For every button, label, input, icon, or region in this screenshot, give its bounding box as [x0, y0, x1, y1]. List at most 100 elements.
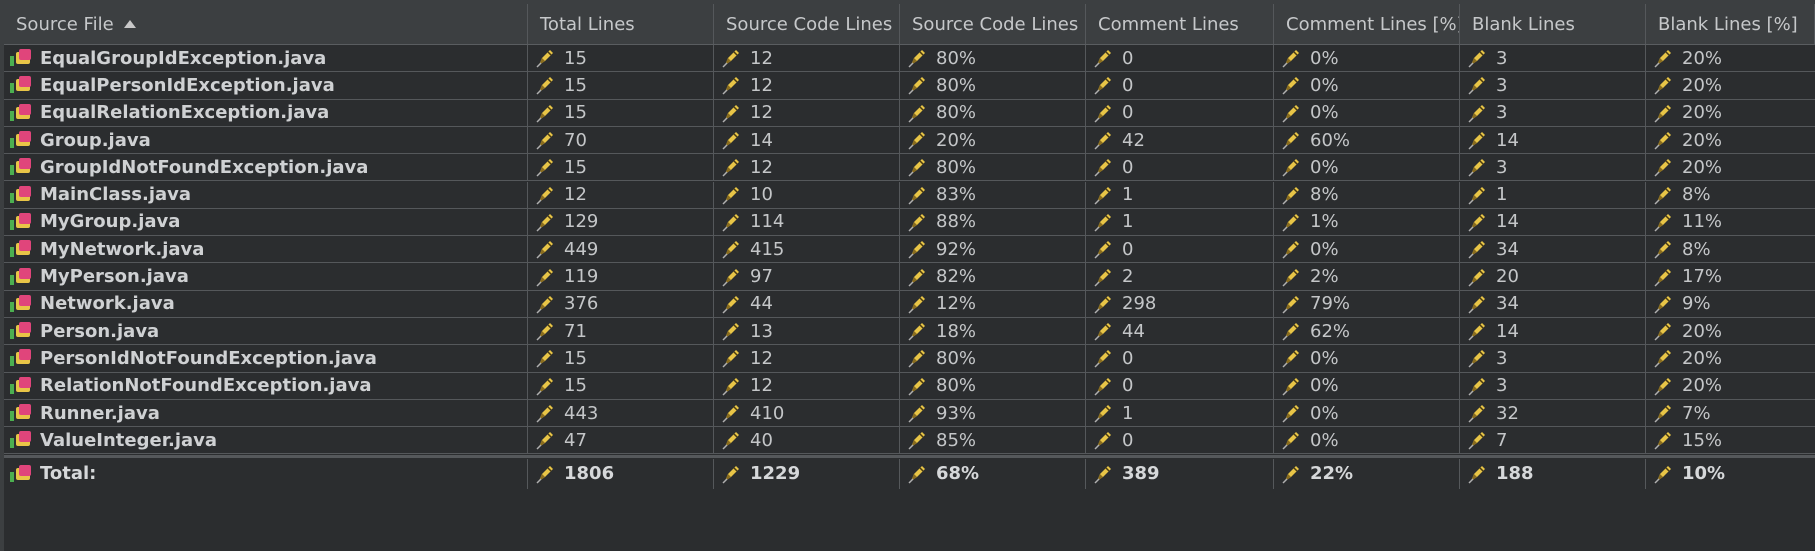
total-lines-cell[interactable]: 12 — [528, 181, 714, 208]
total-lines-cell[interactable]: 15 — [528, 372, 714, 399]
table-row[interactable]: Runner.java 443 410 93% 1 0% 32 7% — [4, 399, 1815, 428]
comment-lines-pct-cell[interactable]: 2% — [1274, 263, 1460, 290]
table-row[interactable]: Group.java 70 14 20% 42 60% 14 20% — [4, 126, 1815, 155]
comment-lines-cell[interactable]: 0 — [1086, 99, 1274, 126]
comment-lines-cell[interactable]: 0 — [1086, 372, 1274, 399]
comment-lines-pct-cell[interactable]: 1% — [1274, 208, 1460, 236]
comment-lines-pct-cell[interactable]: 8% — [1274, 181, 1460, 208]
source-file-cell[interactable]: Person.java — [4, 318, 528, 345]
comment-lines-cell[interactable]: 0 — [1086, 72, 1274, 99]
blank-lines-pct-cell[interactable]: 9% — [1646, 291, 1815, 317]
source-code-lines-pct-cell[interactable]: 92% — [900, 236, 1086, 263]
table-row[interactable]: Network.java 376 44 12% 298 79% 34 9% — [4, 290, 1815, 318]
blank-lines-cell[interactable]: 14 — [1460, 318, 1646, 345]
blank-lines-pct-cell[interactable]: 11% — [1646, 209, 1815, 235]
source-code-lines-cell[interactable]: 410 — [714, 399, 900, 427]
blank-lines-cell[interactable]: 20 — [1460, 263, 1646, 290]
blank-lines-pct-cell[interactable]: 20% — [1646, 127, 1815, 153]
comment-lines-pct-cell[interactable]: 0% — [1274, 399, 1460, 427]
total-lines-cell[interactable]: 47 — [528, 427, 714, 454]
source-code-lines-cell[interactable]: 14 — [714, 126, 900, 154]
source-code-lines-pct-cell[interactable]: 82% — [900, 263, 1086, 290]
source-file-cell[interactable]: MyNetwork.java — [4, 236, 528, 263]
column-header-source-file[interactable]: Source File — [4, 4, 528, 44]
table-row[interactable]: EqualGroupIdException.java 15 12 80% 0 0… — [4, 45, 1815, 73]
total-lines-cell[interactable]: 70 — [528, 126, 714, 154]
blank-lines-pct-cell[interactable]: 20% — [1646, 373, 1815, 399]
source-code-lines-cell[interactable]: 44 — [714, 290, 900, 317]
source-code-lines-cell[interactable]: 1229 — [714, 458, 900, 489]
source-file-cell[interactable]: Network.java — [4, 290, 528, 317]
column-header-blank-lines[interactable]: Blank Lines — [1460, 4, 1646, 44]
table-row[interactable]: Person.java 71 13 18% 44 62% 14 20% — [4, 318, 1815, 346]
comment-lines-pct-cell[interactable]: 0% — [1274, 45, 1460, 72]
table-row[interactable]: RelationNotFoundException.java 15 12 80%… — [4, 372, 1815, 400]
total-lines-cell[interactable]: 1806 — [528, 458, 714, 489]
source-code-lines-cell[interactable]: 97 — [714, 263, 900, 290]
blank-lines-pct-cell[interactable]: 10% — [1646, 459, 1815, 489]
total-lines-cell[interactable]: 15 — [528, 45, 714, 72]
source-file-cell[interactable]: EqualGroupIdException.java — [4, 45, 528, 72]
source-code-lines-cell[interactable]: 12 — [714, 154, 900, 181]
source-code-lines-pct-cell[interactable]: 68% — [900, 458, 1086, 489]
source-code-lines-pct-cell[interactable]: 20% — [900, 126, 1086, 154]
blank-lines-cell[interactable]: 14 — [1460, 126, 1646, 154]
comment-lines-cell[interactable]: 0 — [1086, 236, 1274, 263]
comment-lines-cell[interactable]: 42 — [1086, 126, 1274, 154]
blank-lines-pct-cell[interactable]: 8% — [1646, 236, 1815, 262]
comment-lines-pct-cell[interactable]: 62% — [1274, 318, 1460, 345]
source-code-lines-cell[interactable]: 13 — [714, 318, 900, 345]
column-header-source-code-lines-pct[interactable]: Source Code Lines ... — [900, 4, 1086, 44]
blank-lines-cell[interactable]: 32 — [1460, 399, 1646, 427]
comment-lines-cell[interactable]: 389 — [1086, 458, 1274, 489]
blank-lines-pct-cell[interactable]: 15% — [1646, 427, 1815, 453]
column-header-comment-lines[interactable]: Comment Lines — [1086, 4, 1274, 44]
source-code-lines-pct-cell[interactable]: 80% — [900, 72, 1086, 99]
source-code-lines-cell[interactable]: 10 — [714, 181, 900, 208]
total-lines-cell[interactable]: 15 — [528, 154, 714, 181]
total-lines-cell[interactable]: 129 — [528, 208, 714, 236]
comment-lines-pct-cell[interactable]: 22% — [1274, 458, 1460, 489]
source-code-lines-pct-cell[interactable]: 12% — [900, 290, 1086, 317]
source-file-cell[interactable]: EqualRelationException.java — [4, 99, 528, 126]
comment-lines-cell[interactable]: 0 — [1086, 345, 1274, 372]
blank-lines-pct-cell[interactable]: 20% — [1646, 345, 1815, 371]
table-row[interactable]: MainClass.java 12 10 83% 1 8% 1 8% — [4, 181, 1815, 209]
source-code-lines-cell[interactable]: 12 — [714, 72, 900, 99]
source-code-lines-cell[interactable]: 415 — [714, 236, 900, 263]
blank-lines-cell[interactable]: 3 — [1460, 99, 1646, 126]
source-code-lines-pct-cell[interactable]: 80% — [900, 345, 1086, 372]
blank-lines-cell[interactable]: 34 — [1460, 290, 1646, 317]
source-code-lines-pct-cell[interactable]: 18% — [900, 318, 1086, 345]
blank-lines-pct-cell[interactable]: 7% — [1646, 400, 1815, 426]
total-lines-cell[interactable]: 15 — [528, 72, 714, 99]
total-row[interactable]: Total: 1806 1229 68% 389 22% 188 10% — [4, 458, 1815, 489]
total-lines-cell[interactable]: 443 — [528, 399, 714, 427]
source-file-cell[interactable]: RelationNotFoundException.java — [4, 372, 528, 399]
source-code-lines-pct-cell[interactable]: 83% — [900, 181, 1086, 208]
table-row[interactable]: MyGroup.java 129 114 88% 1 1% 14 11% — [4, 208, 1815, 237]
blank-lines-cell[interactable]: 3 — [1460, 72, 1646, 99]
blank-lines-pct-cell[interactable]: 20% — [1646, 45, 1815, 71]
comment-lines-cell[interactable]: 1 — [1086, 399, 1274, 427]
comment-lines-cell[interactable]: 1 — [1086, 181, 1274, 208]
source-file-cell[interactable]: MyPerson.java — [4, 263, 528, 290]
blank-lines-pct-cell[interactable]: 20% — [1646, 72, 1815, 98]
column-header-comment-lines-pct[interactable]: Comment Lines [%] — [1274, 4, 1460, 44]
source-file-cell[interactable]: MyGroup.java — [4, 208, 528, 236]
comment-lines-cell[interactable]: 0 — [1086, 45, 1274, 72]
column-header-total-lines[interactable]: Total Lines — [528, 4, 714, 44]
blank-lines-cell[interactable]: 34 — [1460, 236, 1646, 263]
blank-lines-cell[interactable]: 14 — [1460, 208, 1646, 236]
blank-lines-cell[interactable]: 7 — [1460, 427, 1646, 454]
blank-lines-pct-cell[interactable]: 20% — [1646, 318, 1815, 344]
total-lines-cell[interactable]: 71 — [528, 318, 714, 345]
source-code-lines-pct-cell[interactable]: 80% — [900, 99, 1086, 126]
source-code-lines-pct-cell[interactable]: 85% — [900, 427, 1086, 454]
table-row[interactable]: MyNetwork.java 449 415 92% 0 0% 34 8% — [4, 236, 1815, 264]
source-file-cell[interactable]: ValueInteger.java — [4, 427, 528, 454]
source-code-lines-cell[interactable]: 12 — [714, 45, 900, 72]
table-row[interactable]: GroupIdNotFoundException.java 15 12 80% … — [4, 154, 1815, 182]
blank-lines-pct-cell[interactable]: 17% — [1646, 263, 1815, 289]
table-row[interactable]: PersonIdNotFoundException.java 15 12 80%… — [4, 345, 1815, 373]
